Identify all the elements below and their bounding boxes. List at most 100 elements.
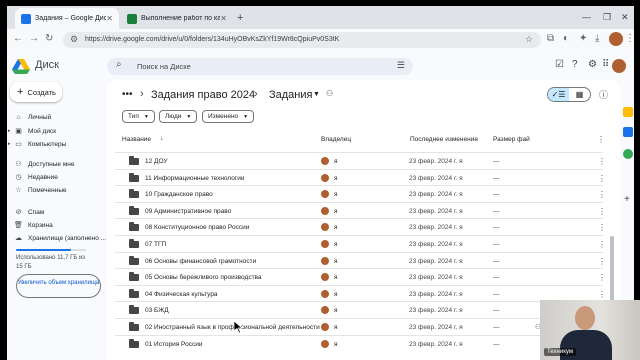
nav-item-computers[interactable]: ▸ ▭ Компьютеры xyxy=(8,140,66,149)
tab-sheet[interactable]: Выполнение работ по каждо ✕ xyxy=(121,8,233,29)
nav-item-recent[interactable]: ◷ Недавние xyxy=(14,173,58,182)
create-button[interactable]: + Создать xyxy=(10,82,62,102)
expand-arrow-icon[interactable]: ▸ xyxy=(8,141,13,147)
back-icon[interactable]: ← xyxy=(13,33,23,44)
close-icon[interactable]: ✕ xyxy=(106,14,113,23)
column-owner[interactable]: Владелец xyxy=(321,136,351,143)
close-window-icon[interactable]: ✕ xyxy=(621,12,629,23)
table-row[interactable]: 10 Гражданское право я 23 февр. 2024 г. я —… xyxy=(115,185,606,202)
row-more-icon[interactable]: ⋮ xyxy=(598,207,606,216)
help-icon[interactable]: ? xyxy=(572,59,578,70)
filter-modified[interactable]: Изменено ▼ xyxy=(202,110,255,123)
file-name[interactable]: 05 Основы бережливого производства xyxy=(145,274,262,281)
close-icon[interactable]: ✕ xyxy=(220,14,227,23)
table-row[interactable]: 09 Административное право я 23 февр. 2024 … xyxy=(115,201,606,219)
puzzle-icon[interactable]: ✦ xyxy=(579,33,587,44)
share-people-icon[interactable]: ⚇ xyxy=(326,89,333,98)
downloads-icon[interactable]: ⤓ xyxy=(595,33,599,44)
nav-label: Недавние xyxy=(28,173,58,181)
file-size: — xyxy=(493,307,500,315)
row-more-icon[interactable]: ⋮ xyxy=(598,157,606,166)
breadcrumb-current[interactable]: Задания xyxy=(269,89,312,101)
site-info-icon[interactable]: ⚙ xyxy=(70,34,78,45)
search-bar[interactable]: ⌕ Поиск на Диске ☰ xyxy=(107,58,413,75)
search-options-icon[interactable]: ☰ xyxy=(397,60,405,71)
row-more-icon[interactable]: ⋮ xyxy=(598,223,606,232)
file-name[interactable]: 08 Конституционное право России xyxy=(145,224,249,231)
column-name[interactable]: Название xyxy=(122,136,151,143)
apps-grid-icon[interactable]: ⠿ xyxy=(602,59,609,70)
search-icon[interactable]: ⌕ xyxy=(116,59,122,70)
file-name[interactable]: 02 Иностранный язык в профессиональной д… xyxy=(145,324,320,331)
row-more-icon[interactable]: ⋮ xyxy=(598,190,606,199)
tab-drive[interactable]: Задания – Google Диск ✕ xyxy=(15,8,119,29)
upgrade-storage-button[interactable]: Увеличить объем хранилища xyxy=(16,274,101,298)
row-more-icon[interactable]: ⋮ xyxy=(598,240,606,249)
column-modified[interactable]: Последнее изменение xyxy=(410,136,478,143)
grid-view-icon[interactable]: ▦ xyxy=(569,88,590,101)
contacts-icon[interactable] xyxy=(623,149,633,159)
table-row[interactable]: 02 Иностранный язык в профессиональной д… xyxy=(115,318,606,335)
filter-type[interactable]: Тип ▼ xyxy=(122,110,155,123)
forward-icon[interactable]: → xyxy=(29,33,39,44)
settings-gear-icon[interactable]: ⚙ xyxy=(588,59,597,70)
nav-item-home[interactable]: ⌂ Личный xyxy=(14,114,51,121)
breadcrumb-parent[interactable]: Задания право 2024 xyxy=(151,89,255,101)
more-options-icon[interactable]: ⋮ xyxy=(597,135,605,144)
profile-sync-icon[interactable]: ◐ xyxy=(563,33,569,44)
maximize-icon[interactable]: ❐ xyxy=(603,12,611,23)
search-input[interactable]: Поиск на Диске xyxy=(137,62,191,71)
table-row[interactable]: 01 История Россиия23 февр. 2024 г. я—⋮ xyxy=(115,334,606,352)
nav-item-storage[interactable]: ☁ Хранилище (заполнено ... xyxy=(14,234,106,243)
file-name[interactable]: 01 История России xyxy=(145,341,202,348)
row-more-icon[interactable]: ⋮ xyxy=(598,174,606,183)
row-more-icon[interactable]: ⋮ xyxy=(598,273,606,282)
bookmark-star-icon[interactable]: ☆ xyxy=(525,34,533,45)
tasks-icon[interactable] xyxy=(623,127,633,137)
status-check-icon[interactable]: ☑ xyxy=(555,59,564,70)
table-row[interactable]: 03 БЖДя23 февр. 2024 г. я—⋮ xyxy=(115,301,606,318)
table-row[interactable]: 06 Основы финансовой грамотности я 23 февр… xyxy=(115,251,606,269)
nav-item-trash[interactable]: 🗑 Корзина xyxy=(14,221,53,230)
nav-item-spam[interactable]: ⊘ Спам xyxy=(14,208,45,217)
file-name[interactable]: 06 Основы финансовой грамотности xyxy=(145,258,256,265)
file-name[interactable]: 04 Физическая культура xyxy=(145,291,218,298)
minimize-icon[interactable]: — xyxy=(582,12,591,22)
address-bar[interactable]: ⚙ https://drive.google.com/drive/u/0/fol… xyxy=(63,32,541,48)
nav-item-starred[interactable]: ☆ Помеченные xyxy=(14,186,66,195)
row-more-icon[interactable]: ⋮ xyxy=(598,257,606,266)
sort-arrow-icon[interactable]: ↓ xyxy=(160,135,164,142)
file-name[interactable]: 10 Гражданское право xyxy=(145,191,213,198)
info-icon[interactable]: ⓘ xyxy=(599,88,608,101)
file-name[interactable]: 07 ТГП xyxy=(145,241,166,248)
table-row[interactable]: 08 Конституционное право России я 23 февр.… xyxy=(115,218,606,235)
file-name[interactable]: 09 Административное право xyxy=(145,208,231,215)
view-toggle[interactable]: ✓☰ ▦ xyxy=(547,87,591,102)
extensions-icon[interactable]: ⧉ xyxy=(547,33,554,44)
reload-icon[interactable]: ↻ xyxy=(45,33,53,44)
account-avatar[interactable] xyxy=(612,59,626,73)
table-row[interactable]: 12 ДОУ я 23 февр. 2024 г. я — ⋮ xyxy=(115,152,606,169)
table-row[interactable]: 04 Физическая культура я 23 февр. 2024 г. … xyxy=(115,284,606,302)
table-row[interactable]: 05 Основы бережливого производства я 23 фе… xyxy=(115,268,606,285)
file-name[interactable]: 03 БЖД xyxy=(145,307,169,314)
column-size[interactable]: Размер фай xyxy=(493,136,530,143)
list-view-icon[interactable]: ✓☰ xyxy=(548,88,569,101)
file-name[interactable]: 12 ДОУ xyxy=(145,158,167,165)
menu-icon[interactable]: ⋮ xyxy=(625,33,634,44)
filter-people[interactable]: Люди ▼ xyxy=(159,110,198,123)
file-name[interactable]: 11 Информационные технологии xyxy=(145,175,245,182)
row-more-icon[interactable]: ⋮ xyxy=(598,290,606,299)
expand-arrow-icon[interactable]: ▸ xyxy=(8,128,13,134)
nav-item-shared[interactable]: ⚇ Доступные мне xyxy=(14,160,74,169)
breadcrumb-more-icon[interactable]: ••• xyxy=(122,89,133,100)
app-name[interactable]: Диск xyxy=(35,59,59,71)
nav-item-my-drive[interactable]: ▸ ▣ Мой диск xyxy=(8,127,56,136)
folder-menu-chevron-icon[interactable]: ▼ xyxy=(313,91,320,98)
new-tab-icon[interactable]: + xyxy=(237,12,243,24)
keep-icon[interactable] xyxy=(623,107,633,117)
profile-avatar[interactable] xyxy=(609,32,623,46)
table-row[interactable]: 07 ТГП я 23 февр. 2024 г. я — ⋮ xyxy=(115,235,606,252)
add-addon-icon[interactable]: + xyxy=(624,194,630,205)
table-row[interactable]: 11 Информационные технологии я 23 февр. 20… xyxy=(115,168,606,186)
